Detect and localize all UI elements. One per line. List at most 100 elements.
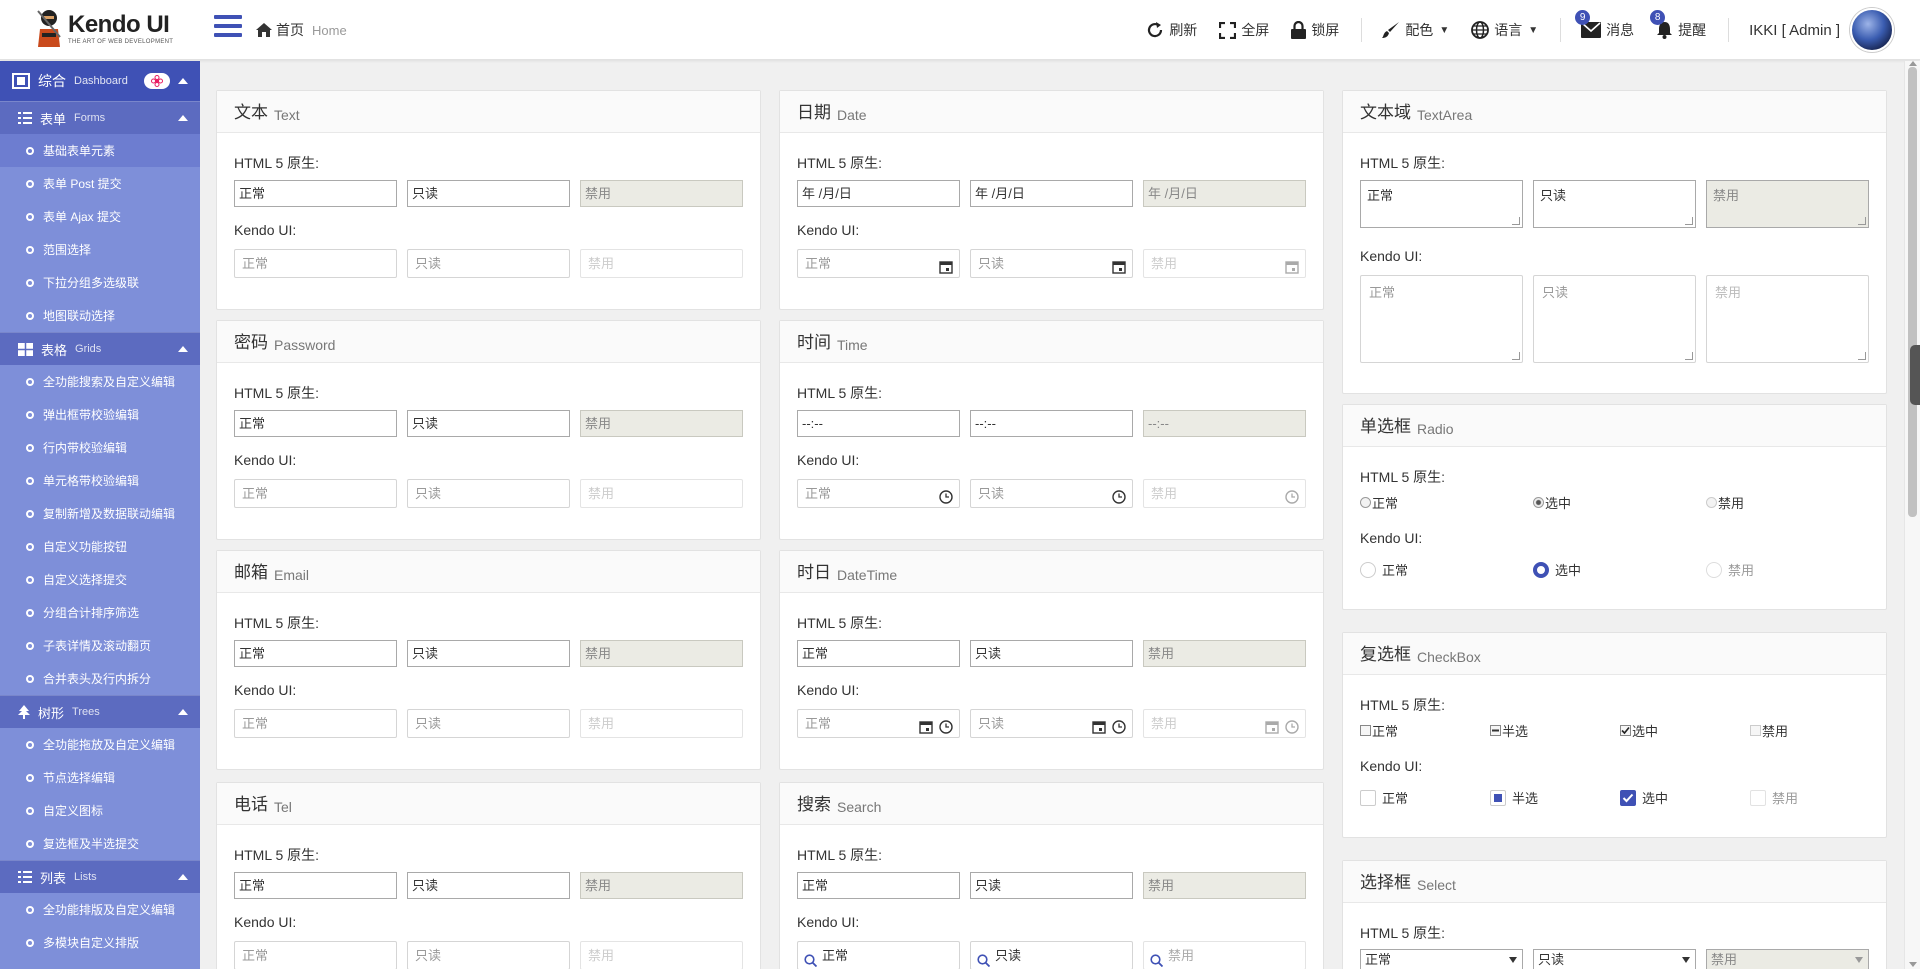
breadcrumb-home[interactable]: 首页: [276, 20, 304, 40]
scroll-down-arrow-icon[interactable]: [1909, 962, 1917, 967]
kendo-search-readonly[interactable]: 只读: [970, 941, 1133, 969]
fullscreen-button[interactable]: 全屏: [1219, 20, 1269, 40]
side-panel-handle[interactable]: [1910, 345, 1920, 405]
datetime-input-normal[interactable]: 正常: [797, 640, 960, 667]
sidebar-item-range[interactable]: 范围选择: [0, 233, 200, 266]
sidebar-item-tree[interactable]: 全功能拖放及自定义编辑: [0, 728, 200, 761]
kendo-password-readonly[interactable]: 只读: [407, 479, 570, 508]
language-dropdown[interactable]: 语言 ▼: [1471, 20, 1538, 40]
sidebar-item-list[interactable]: 全功能排版及自定义编辑: [0, 893, 200, 926]
kendo-textarea-readonly[interactable]: 只读: [1533, 275, 1696, 363]
kendo-tel-normal[interactable]: 正常: [234, 941, 397, 969]
password-input-normal[interactable]: 正常: [234, 410, 397, 437]
text-input-normal[interactable]: 正常: [234, 180, 397, 207]
clock-icon[interactable]: [939, 486, 953, 513]
clock-icon[interactable]: [1112, 486, 1126, 513]
clock-icon[interactable]: [939, 716, 953, 743]
kendo-datepicker-normal[interactable]: 正常: [797, 249, 960, 278]
sidebar-item-tree[interactable]: 自定义图标: [0, 794, 200, 827]
sidebar-section-grids[interactable]: 表格 Grids: [0, 332, 200, 365]
kendo-checkbox-checked[interactable]: 选中: [1620, 788, 1668, 807]
kendo-search-normal[interactable]: 正常: [797, 941, 960, 969]
sidebar-item-tree[interactable]: 节点选择编辑: [0, 761, 200, 794]
sidebar-item-form-post[interactable]: 表单 Post 提交: [0, 167, 200, 200]
date-input-readonly[interactable]: 年 /月/日: [970, 180, 1133, 207]
calendar-icon[interactable]: [1112, 256, 1126, 283]
sidebar-item-grid[interactable]: 复制新增及数据联动编辑: [0, 497, 200, 530]
theme-dropdown[interactable]: 配色 ▼: [1382, 20, 1449, 40]
sidebar-item-grid[interactable]: 弹出框带校验编辑: [0, 398, 200, 431]
select-normal[interactable]: 正常: [1360, 949, 1523, 969]
kendo-datetimepicker-readonly[interactable]: 只读: [970, 709, 1133, 738]
tel-input-normal[interactable]: 正常: [234, 872, 397, 899]
kendo-checkbox-normal[interactable]: 正常: [1360, 788, 1408, 807]
datetime-input-readonly[interactable]: 只读: [970, 640, 1133, 667]
kendo-text-normal[interactable]: 正常: [234, 249, 397, 278]
refresh-button[interactable]: 刷新: [1146, 20, 1197, 40]
time-input-normal[interactable]: --:--: [797, 410, 960, 437]
sidebar-item-dashboard[interactable]: 综合 Dashboard: [0, 61, 200, 101]
kendo-timepicker-normal[interactable]: 正常: [797, 479, 960, 508]
search-input-normal[interactable]: 正常: [797, 872, 960, 899]
text-input-readonly[interactable]: 只读: [407, 180, 570, 207]
sidebar-item-grid[interactable]: 合并表头及行内拆分: [0, 662, 200, 695]
select-readonly[interactable]: 只读: [1533, 949, 1696, 969]
kendo-datepicker-readonly[interactable]: 只读: [970, 249, 1133, 278]
kendo-radio-checked[interactable]: 选中: [1533, 560, 1581, 579]
kendo-email-normal[interactable]: 正常: [234, 709, 397, 738]
sidebar-item-grid[interactable]: 自定义功能按钮: [0, 530, 200, 563]
sidebar-section-trees[interactable]: 树形 Trees: [0, 695, 200, 728]
messages-button[interactable]: 9 消息: [1575, 10, 1634, 40]
kendo-radio-normal[interactable]: 正常: [1360, 560, 1408, 579]
kendo-text-readonly[interactable]: 只读: [407, 249, 570, 278]
password-input-readonly[interactable]: 只读: [407, 410, 570, 437]
date-input-normal[interactable]: 年 /月/日: [797, 180, 960, 207]
radio-checked[interactable]: 选中: [1533, 493, 1571, 512]
checkbox-normal[interactable]: 正常: [1360, 721, 1398, 740]
kendo-tel-readonly[interactable]: 只读: [407, 941, 570, 969]
textarea-readonly[interactable]: 只读: [1533, 180, 1696, 228]
sidebar-item-grid[interactable]: 单元格带校验编辑: [0, 464, 200, 497]
sidebar-item-grid[interactable]: 全功能搜索及自定义编辑: [0, 365, 200, 398]
logo[interactable]: Kendo UI THE ART OF WEB DEVELOPMENT: [34, 6, 204, 52]
sidebar-item-tree[interactable]: 复选框及半选提交: [0, 827, 200, 860]
sidebar-item-form-ajax[interactable]: 表单 Ajax 提交: [0, 200, 200, 233]
reminders-button[interactable]: 8 提醒: [1650, 10, 1706, 40]
sidebar-section-forms[interactable]: 表单 Forms: [0, 101, 200, 134]
scrollbar-thumb[interactable]: [1908, 67, 1917, 517]
email-input-normal[interactable]: 正常: [234, 640, 397, 667]
menu-toggle-button[interactable]: [214, 15, 242, 43]
kendo-timepicker-readonly[interactable]: 只读: [970, 479, 1133, 508]
user-menu[interactable]: IKKI [ Admin ]: [1749, 8, 1894, 52]
sidebar-item-map[interactable]: 地图联动选择: [0, 299, 200, 332]
avatar[interactable]: [1850, 8, 1894, 52]
sidebar-item-grid[interactable]: 分组合计排序筛选: [0, 596, 200, 629]
sidebar-item-list[interactable]: 多模块自定义排版: [0, 926, 200, 959]
sidebar-section-lists[interactable]: 列表 Lists: [0, 860, 200, 893]
sidebar-item-grid[interactable]: 行内带校验编辑: [0, 431, 200, 464]
checkbox-checked[interactable]: 选中: [1620, 721, 1658, 740]
page-scrollbar[interactable]: [1904, 61, 1920, 969]
kendo-textarea-normal[interactable]: 正常: [1360, 275, 1523, 363]
calendar-icon[interactable]: [1092, 716, 1106, 743]
sidebar-item-grid[interactable]: 自定义选择提交: [0, 563, 200, 596]
time-input-readonly[interactable]: --:--: [970, 410, 1133, 437]
search-input-readonly[interactable]: 只读: [970, 872, 1133, 899]
lock-screen-button[interactable]: 锁屏: [1291, 20, 1339, 40]
kendo-password-normal[interactable]: 正常: [234, 479, 397, 508]
sidebar-item-cascade[interactable]: 下拉分组多选级联: [0, 266, 200, 299]
kendo-checkbox-half[interactable]: 半选: [1490, 788, 1538, 807]
sidebar-item-grid[interactable]: 子表详情及滚动翻页: [0, 629, 200, 662]
calendar-icon[interactable]: [939, 256, 953, 283]
calendar-icon[interactable]: [919, 716, 933, 743]
checkbox-half[interactable]: 半选: [1490, 721, 1528, 740]
kendo-datetimepicker-normal[interactable]: 正常: [797, 709, 960, 738]
sidebar-item-basic-form[interactable]: 基础表单元素: [0, 134, 200, 167]
tel-input-readonly[interactable]: 只读: [407, 872, 570, 899]
clock-icon[interactable]: [1112, 716, 1126, 743]
scroll-up-arrow-icon[interactable]: [1909, 61, 1917, 66]
radio-normal[interactable]: 正常: [1360, 493, 1398, 512]
textarea-normal[interactable]: 正常: [1360, 180, 1523, 228]
email-input-readonly[interactable]: 只读: [407, 640, 570, 667]
kendo-email-readonly[interactable]: 只读: [407, 709, 570, 738]
